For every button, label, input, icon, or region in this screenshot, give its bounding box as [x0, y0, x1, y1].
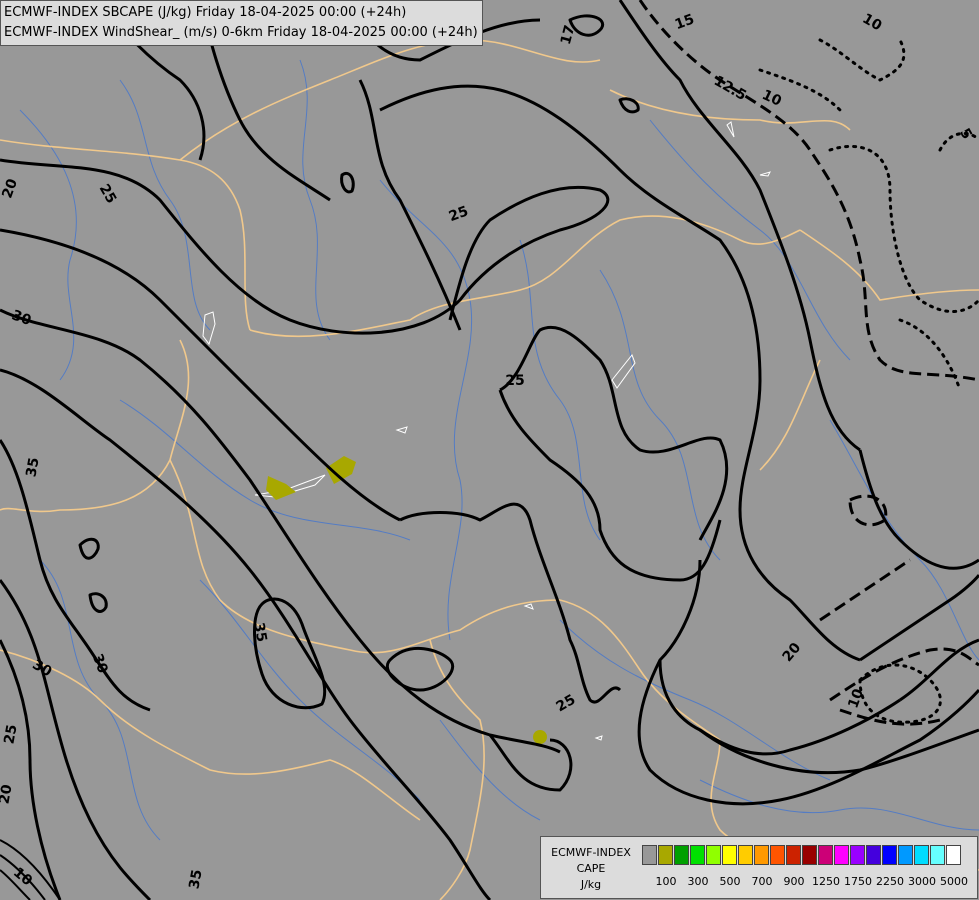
legend-title-line: J/kg: [580, 878, 602, 891]
legend-tick-label: 3000: [908, 875, 936, 888]
legend-tick-label: 300: [687, 875, 709, 888]
legend-tick-label: 500: [719, 875, 741, 888]
legend-swatch: [834, 845, 849, 865]
legend-swatch: [674, 845, 689, 865]
legend-title-line: ECMWF-INDEX: [551, 846, 631, 859]
legend-swatch: [754, 845, 769, 865]
contour-label: 35: [23, 456, 42, 478]
legend-swatch: [946, 845, 961, 865]
legend-tick-label: 2250: [876, 875, 904, 888]
legend-title-line: CAPE: [576, 862, 606, 875]
legend-swatches: [642, 845, 962, 865]
legend-swatch: [642, 845, 657, 865]
legend-swatch: [690, 845, 705, 865]
legend-title: ECMWF-INDEX CAPE J/kg: [543, 845, 639, 893]
legend-swatch: [802, 845, 817, 865]
legend-tick-label: 700: [751, 875, 773, 888]
legend-swatch: [722, 845, 737, 865]
cape-legend: ECMWF-INDEX CAPE J/kg 100 300 500 700 900 125…: [540, 836, 978, 899]
legend-swatch: [850, 845, 865, 865]
title-box: ECMWF-INDEX SBCAPE (J/kg) Friday 18-04-2…: [0, 0, 483, 46]
legend-swatch: [770, 845, 785, 865]
weather-map: 20171512.5101052520252530353530302520252…: [0, 0, 979, 900]
contour-label: 35: [250, 621, 269, 643]
legend-tick-label: 1250: [812, 875, 840, 888]
legend-tick-label: 1750: [844, 875, 872, 888]
title-cape: ECMWF-INDEX SBCAPE (J/kg) Friday 18-04-2…: [4, 5, 407, 20]
title-windshear: ECMWF-INDEX WindShear_ (m/s) 0-6km Frida…: [4, 25, 478, 40]
legend-tick-label: 5000: [940, 875, 968, 888]
legend-swatch: [930, 845, 945, 865]
contour-label: 35: [186, 868, 205, 890]
legend-swatch: [914, 845, 929, 865]
contour-label: 25: [505, 373, 524, 389]
legend-tick-label: 100: [655, 875, 677, 888]
legend-ticks: 100 300 500 700 900 1250 1750 2250 3000 5000: [642, 875, 977, 891]
legend-swatch: [866, 845, 881, 865]
legend-swatch: [818, 845, 833, 865]
legend-swatch: [658, 845, 673, 865]
legend-swatch: [898, 845, 913, 865]
legend-swatch: [706, 845, 721, 865]
legend-swatch: [882, 845, 897, 865]
legend-swatch: [786, 845, 801, 865]
legend-swatch: [738, 845, 753, 865]
legend-tick-label: 900: [783, 875, 805, 888]
contour-label: 25: [1, 723, 20, 745]
